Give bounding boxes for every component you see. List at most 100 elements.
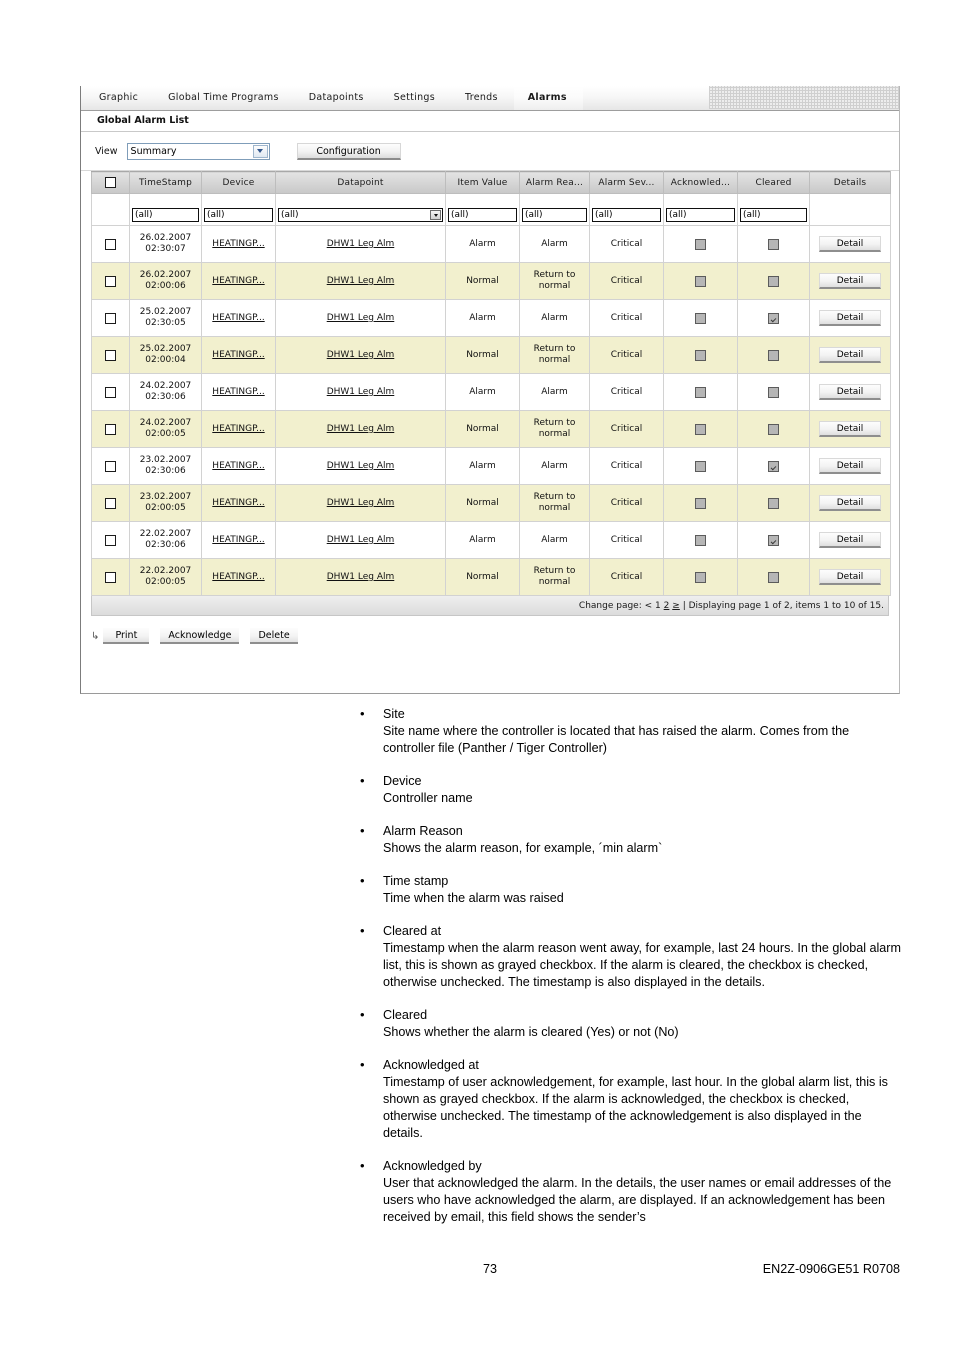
column-header-item-value[interactable]: Item Value (445, 171, 520, 194)
row-select-checkbox[interactable] (105, 423, 116, 435)
cell-timestamp: 25.02.2007 02:00:04 (129, 336, 202, 374)
datapoint-link[interactable]: DHW1 Leg Alm (327, 387, 395, 397)
detail-button[interactable]: Detail (819, 421, 881, 437)
view-select[interactable]: Summary (126, 142, 270, 160)
column-header-alarm-reason[interactable]: Alarm Rea... (519, 171, 590, 194)
datapoint-link[interactable]: DHW1 Leg Alm (327, 239, 395, 249)
detail-button[interactable]: Detail (819, 273, 881, 289)
row-select-checkbox[interactable] (105, 571, 116, 583)
definition-description: Controller name (383, 791, 473, 805)
filter-input-device[interactable]: (all) (204, 208, 273, 222)
filter-input-alarm-severity[interactable]: (all) (592, 208, 661, 222)
filter-select-datapoint[interactable]: (all) (278, 208, 443, 222)
device-link[interactable]: HEATINGP... (212, 461, 264, 471)
detail-button[interactable]: Detail (819, 495, 881, 511)
delete-button[interactable]: Delete (250, 628, 298, 644)
row-select-checkbox[interactable] (105, 312, 116, 324)
column-header-alarm-severity[interactable]: Alarm Sev... (589, 171, 664, 194)
timestamp-date: 25.02.2007 (139, 344, 192, 354)
alarm-application-screenshot: Graphic Global Time Programs Datapoints Set… (80, 86, 900, 694)
cell-details: Detail (809, 521, 891, 559)
device-link[interactable]: HEATINGP... (212, 387, 264, 397)
action-button-bar: ↳ Print Acknowledge Delete (81, 624, 899, 648)
filter-input-acknowledged[interactable]: (all) (666, 208, 735, 222)
chevron-down-icon[interactable] (252, 144, 268, 158)
acknowledge-button[interactable]: Acknowledge (160, 628, 240, 644)
corner-arrow-icon: ↳ (91, 630, 100, 642)
device-link[interactable]: HEATINGP... (212, 498, 264, 508)
datapoint-link[interactable]: DHW1 Leg Alm (327, 535, 395, 545)
chevron-down-icon[interactable] (430, 210, 441, 220)
row-select-checkbox[interactable] (105, 460, 116, 472)
filter-input-item-value[interactable]: (all) (448, 208, 517, 222)
device-link[interactable]: HEATINGP... (212, 276, 264, 286)
change-page-label: Change page: (578, 601, 642, 611)
tab-trends-label: Trends (464, 92, 498, 103)
datapoint-link[interactable]: DHW1 Leg Alm (327, 461, 395, 471)
row-select-checkbox[interactable] (105, 349, 116, 361)
detail-button[interactable]: Detail (819, 236, 881, 252)
device-link[interactable]: HEATINGP... (212, 424, 264, 434)
row-select-checkbox[interactable] (105, 497, 116, 509)
column-header-timestamp[interactable]: TimeStamp (129, 171, 202, 194)
column-header-acknowledged[interactable]: Acknowled... (663, 171, 738, 194)
pager-next-link[interactable]: ≥ (672, 601, 680, 611)
column-header-cleared[interactable]: Cleared (737, 171, 810, 194)
row-select-cell (91, 410, 130, 448)
device-link[interactable]: HEATINGP... (212, 350, 264, 360)
device-link[interactable]: HEATINGP... (212, 572, 264, 582)
configuration-button[interactable]: Configuration (296, 142, 401, 160)
timestamp-date: 26.02.2007 (139, 270, 192, 280)
pager-page-2-link[interactable]: 2 (664, 601, 670, 611)
item-value-text: Alarm (469, 535, 496, 545)
pager-prev-link[interactable]: < (645, 601, 653, 611)
filter-input-timestamp[interactable]: (all) (132, 208, 199, 222)
filter-cell-acknowledged: (all) (663, 193, 738, 226)
row-select-checkbox[interactable] (105, 238, 116, 250)
detail-button[interactable]: Detail (819, 532, 881, 548)
definition-description: Timestamp when the alarm reason went awa… (383, 941, 901, 989)
tab-alarms[interactable]: Alarms (513, 86, 583, 110)
tab-global-time-programs[interactable]: Global Time Programs (154, 86, 295, 110)
tab-graphic[interactable]: Graphic (81, 86, 154, 110)
datapoint-link[interactable]: DHW1 Leg Alm (327, 276, 395, 286)
pager-page-1: 1 (655, 601, 661, 611)
detail-button[interactable]: Detail (819, 310, 881, 326)
datapoint-link[interactable]: DHW1 Leg Alm (327, 424, 395, 434)
pager-status: Displaying page 1 of 2, items 1 to 10 of… (688, 601, 884, 611)
row-select-checkbox[interactable] (105, 534, 116, 546)
column-header-device[interactable]: Device (201, 171, 276, 194)
datapoint-link[interactable]: DHW1 Leg Alm (327, 572, 395, 582)
cell-cleared (737, 373, 810, 411)
cleared-checkbox (768, 460, 779, 472)
cell-device: HEATINGP... (201, 225, 276, 263)
datapoint-link[interactable]: DHW1 Leg Alm (327, 350, 395, 360)
detail-button[interactable]: Detail (819, 569, 881, 585)
cell-device: HEATINGP... (201, 373, 276, 411)
detail-button[interactable]: Detail (819, 384, 881, 400)
device-link[interactable]: HEATINGP... (212, 239, 264, 249)
datapoint-link[interactable]: DHW1 Leg Alm (327, 313, 395, 323)
datapoint-link[interactable]: DHW1 Leg Alm (327, 498, 395, 508)
select-all-checkbox[interactable] (105, 177, 116, 188)
tab-datapoints[interactable]: Datapoints (295, 86, 380, 110)
alarm-table-body: (all) (all) (all) (all) (all) (all) (all… (91, 193, 891, 596)
device-link[interactable]: HEATINGP... (212, 535, 264, 545)
device-link[interactable]: HEATINGP... (212, 313, 264, 323)
filter-input-cleared[interactable]: (all) (740, 208, 807, 222)
cell-timestamp: 23.02.2007 02:00:05 (129, 484, 202, 522)
detail-button[interactable]: Detail (819, 347, 881, 363)
row-select-checkbox[interactable] (105, 275, 116, 287)
list-item: Device Controller name (355, 772, 903, 807)
tab-settings[interactable]: Settings (380, 86, 451, 110)
print-button[interactable]: Print (103, 628, 150, 644)
cell-timestamp: 26.02.2007 02:00:06 (129, 262, 202, 300)
list-item: Acknowledged by User that acknowledged th… (355, 1157, 903, 1226)
row-select-checkbox[interactable] (105, 386, 116, 398)
detail-button[interactable]: Detail (819, 458, 881, 474)
filter-input-alarm-reason[interactable]: (all) (522, 208, 587, 222)
column-header-datapoint[interactable]: Datapoint (275, 171, 446, 194)
tab-trends[interactable]: Trends (451, 86, 514, 110)
cell-datapoint: DHW1 Leg Alm (275, 410, 446, 448)
cleared-checkbox (768, 312, 779, 324)
